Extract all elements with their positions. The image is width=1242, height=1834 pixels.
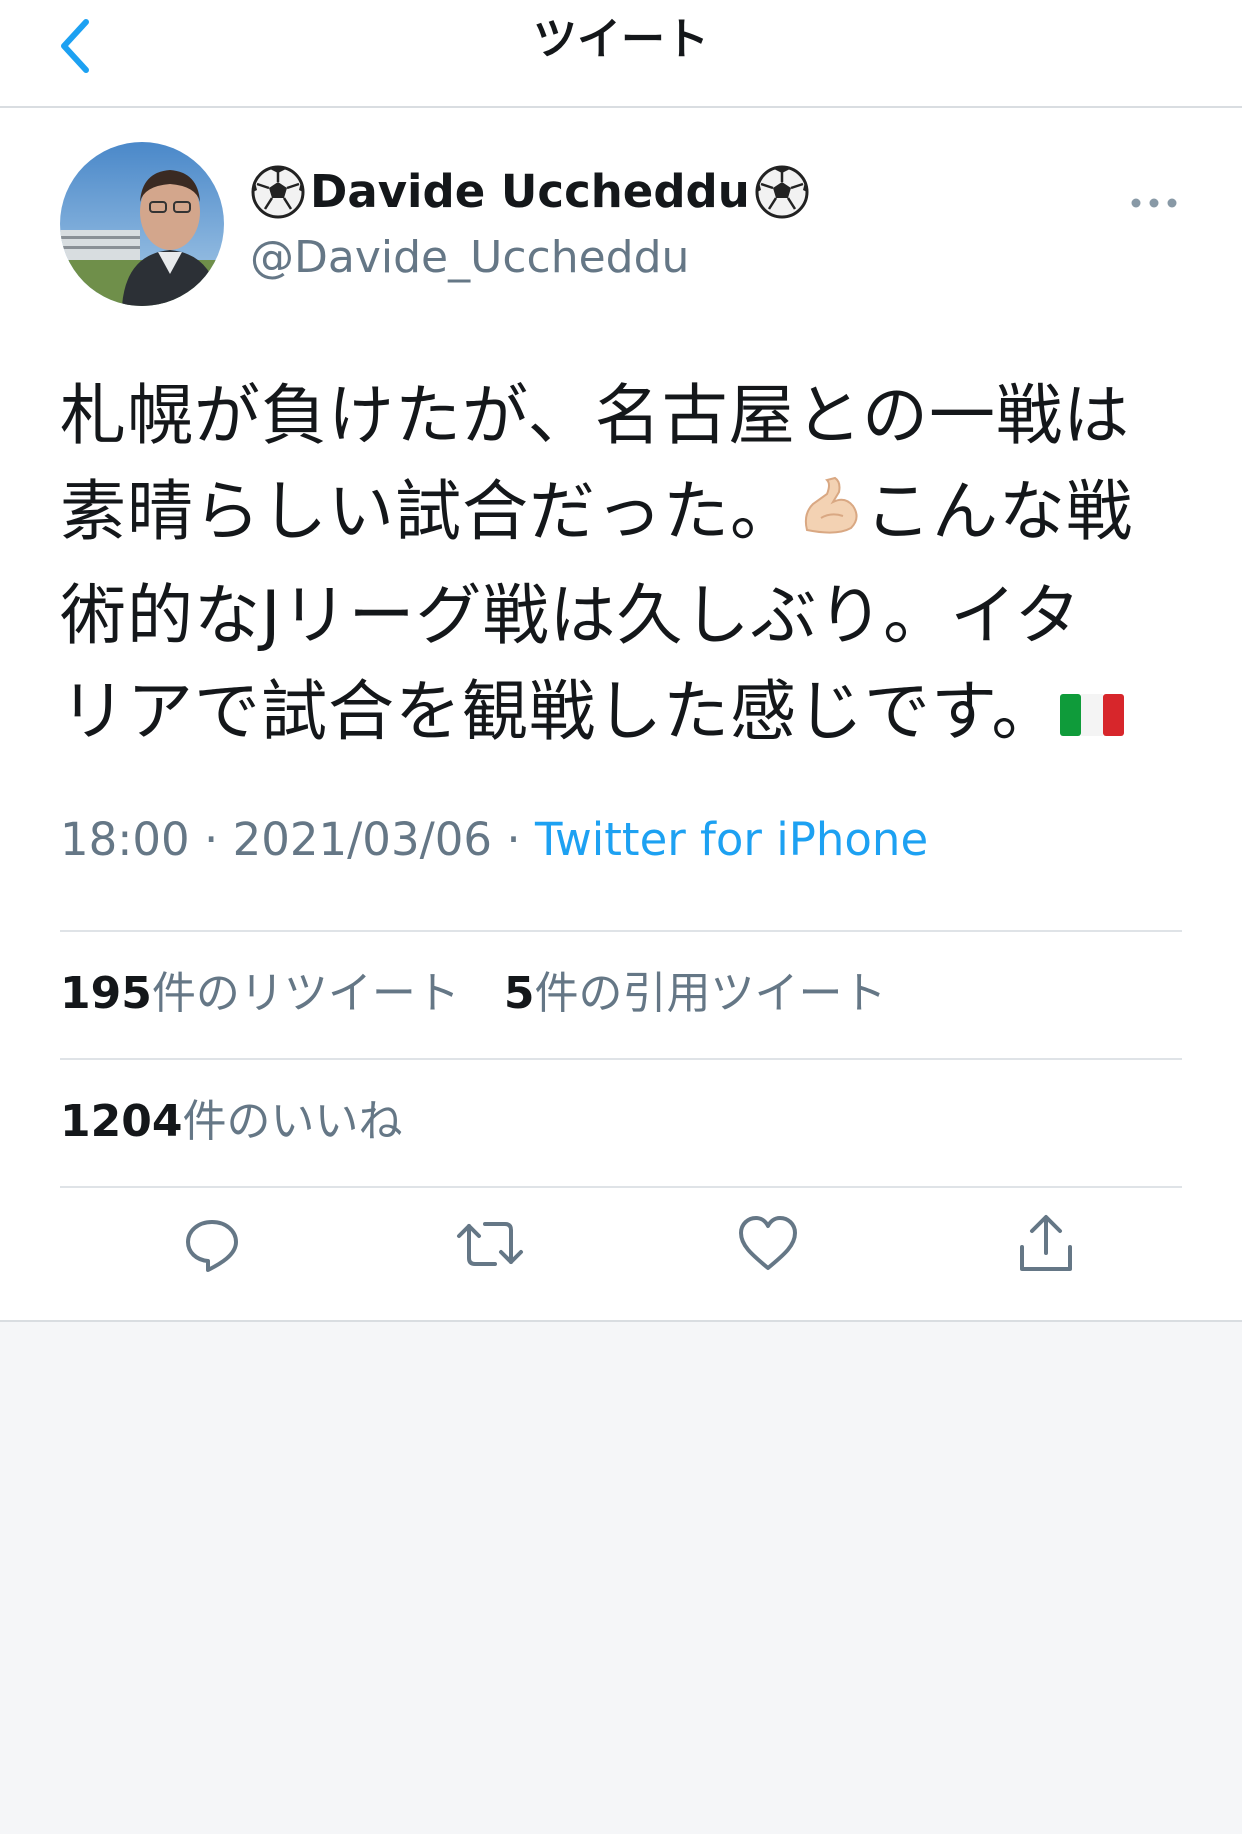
retweet-button[interactable] bbox=[450, 1204, 530, 1284]
navigation-bar: ツイート bbox=[0, 0, 1242, 108]
tweet-text-segment: リアで試合を観戦した感じです。 bbox=[60, 673, 1059, 750]
soccer-ball-icon bbox=[250, 164, 306, 220]
tweet-date: 2021/03/06 bbox=[232, 813, 492, 866]
heart-icon bbox=[739, 1216, 797, 1270]
display-name-text: Davide Uccheddu bbox=[310, 165, 750, 218]
tweet-source-link[interactable]: Twitter for iPhone bbox=[535, 813, 928, 866]
retweet-icon bbox=[457, 1222, 523, 1266]
reply-icon bbox=[186, 1220, 238, 1272]
meta-separator: · bbox=[204, 813, 219, 866]
more-options-button[interactable] bbox=[1124, 178, 1184, 228]
tweet-text-line: 術的なJリーグ戦は久しぶり。イタ bbox=[60, 577, 1082, 654]
action-bar bbox=[60, 1204, 1182, 1284]
page: ツイート Davide Uccheddu @Davide_Uccheddu 札幌… bbox=[0, 0, 1242, 1834]
tweet-time: 18:00 bbox=[60, 813, 190, 866]
likes-count: 1204 bbox=[60, 1096, 183, 1147]
tweet-text-segment: こんな戦 bbox=[865, 473, 1133, 550]
tweet-meta: 18:00 · 2021/03/06 · Twitter for iPhone bbox=[60, 808, 928, 872]
divider bbox=[60, 930, 1182, 932]
tweet-detail: Davide Uccheddu @Davide_Uccheddu 札幌が負けたが… bbox=[0, 108, 1242, 1322]
avatar[interactable] bbox=[60, 142, 224, 306]
divider bbox=[60, 1186, 1182, 1188]
tweet-text-line: 素晴らしい試合だった。 こんな戦 bbox=[60, 464, 1180, 568]
more-icon bbox=[1131, 198, 1177, 208]
reply-button[interactable] bbox=[172, 1204, 252, 1284]
page-title: ツイート bbox=[533, 14, 709, 65]
likes-stat[interactable]: 1204件のいいね bbox=[60, 1090, 402, 1154]
tweet-text-line: 札幌が負けたが、名古屋との一戦は bbox=[60, 377, 1131, 454]
avatar-photo bbox=[60, 142, 224, 306]
meta-separator: · bbox=[506, 813, 521, 866]
likes-stats: 1204件のいいね bbox=[60, 1090, 402, 1154]
like-button[interactable] bbox=[728, 1204, 808, 1284]
engagement-stats: 195件のリツイート 5件の引用ツイート bbox=[60, 962, 886, 1026]
likes-label: 件のいいね bbox=[182, 1096, 403, 1147]
retweets-stat[interactable]: 195件のリツイート bbox=[60, 962, 460, 1026]
quotes-count: 5 bbox=[503, 968, 535, 1019]
display-name[interactable]: Davide Uccheddu bbox=[250, 162, 810, 222]
tweet-text-segment: 素晴らしい試合だった。 bbox=[60, 473, 797, 550]
italy-flag-icon bbox=[1058, 672, 1126, 768]
divider bbox=[60, 1058, 1182, 1060]
tweet-text-line: リアで試合を観戦した感じです。 bbox=[60, 664, 1180, 768]
quotes-label: 件の引用ツイート bbox=[534, 968, 887, 1019]
quote-tweets-stat[interactable]: 5件の引用ツイート bbox=[504, 962, 887, 1026]
soccer-ball-icon bbox=[754, 164, 810, 220]
user-handle[interactable]: @Davide_Uccheddu bbox=[250, 228, 689, 288]
share-icon bbox=[1020, 1215, 1072, 1271]
retweets-count: 195 bbox=[60, 968, 152, 1019]
retweets-label: 件のリツイート bbox=[151, 968, 460, 1019]
flexed-biceps-icon bbox=[797, 472, 865, 568]
share-button[interactable] bbox=[1006, 1204, 1086, 1284]
tweet-text: 札幌が負けたが、名古屋との一戦は 素晴らしい試合だった。 こんな戦 術的なJリーグ… bbox=[60, 368, 1180, 768]
